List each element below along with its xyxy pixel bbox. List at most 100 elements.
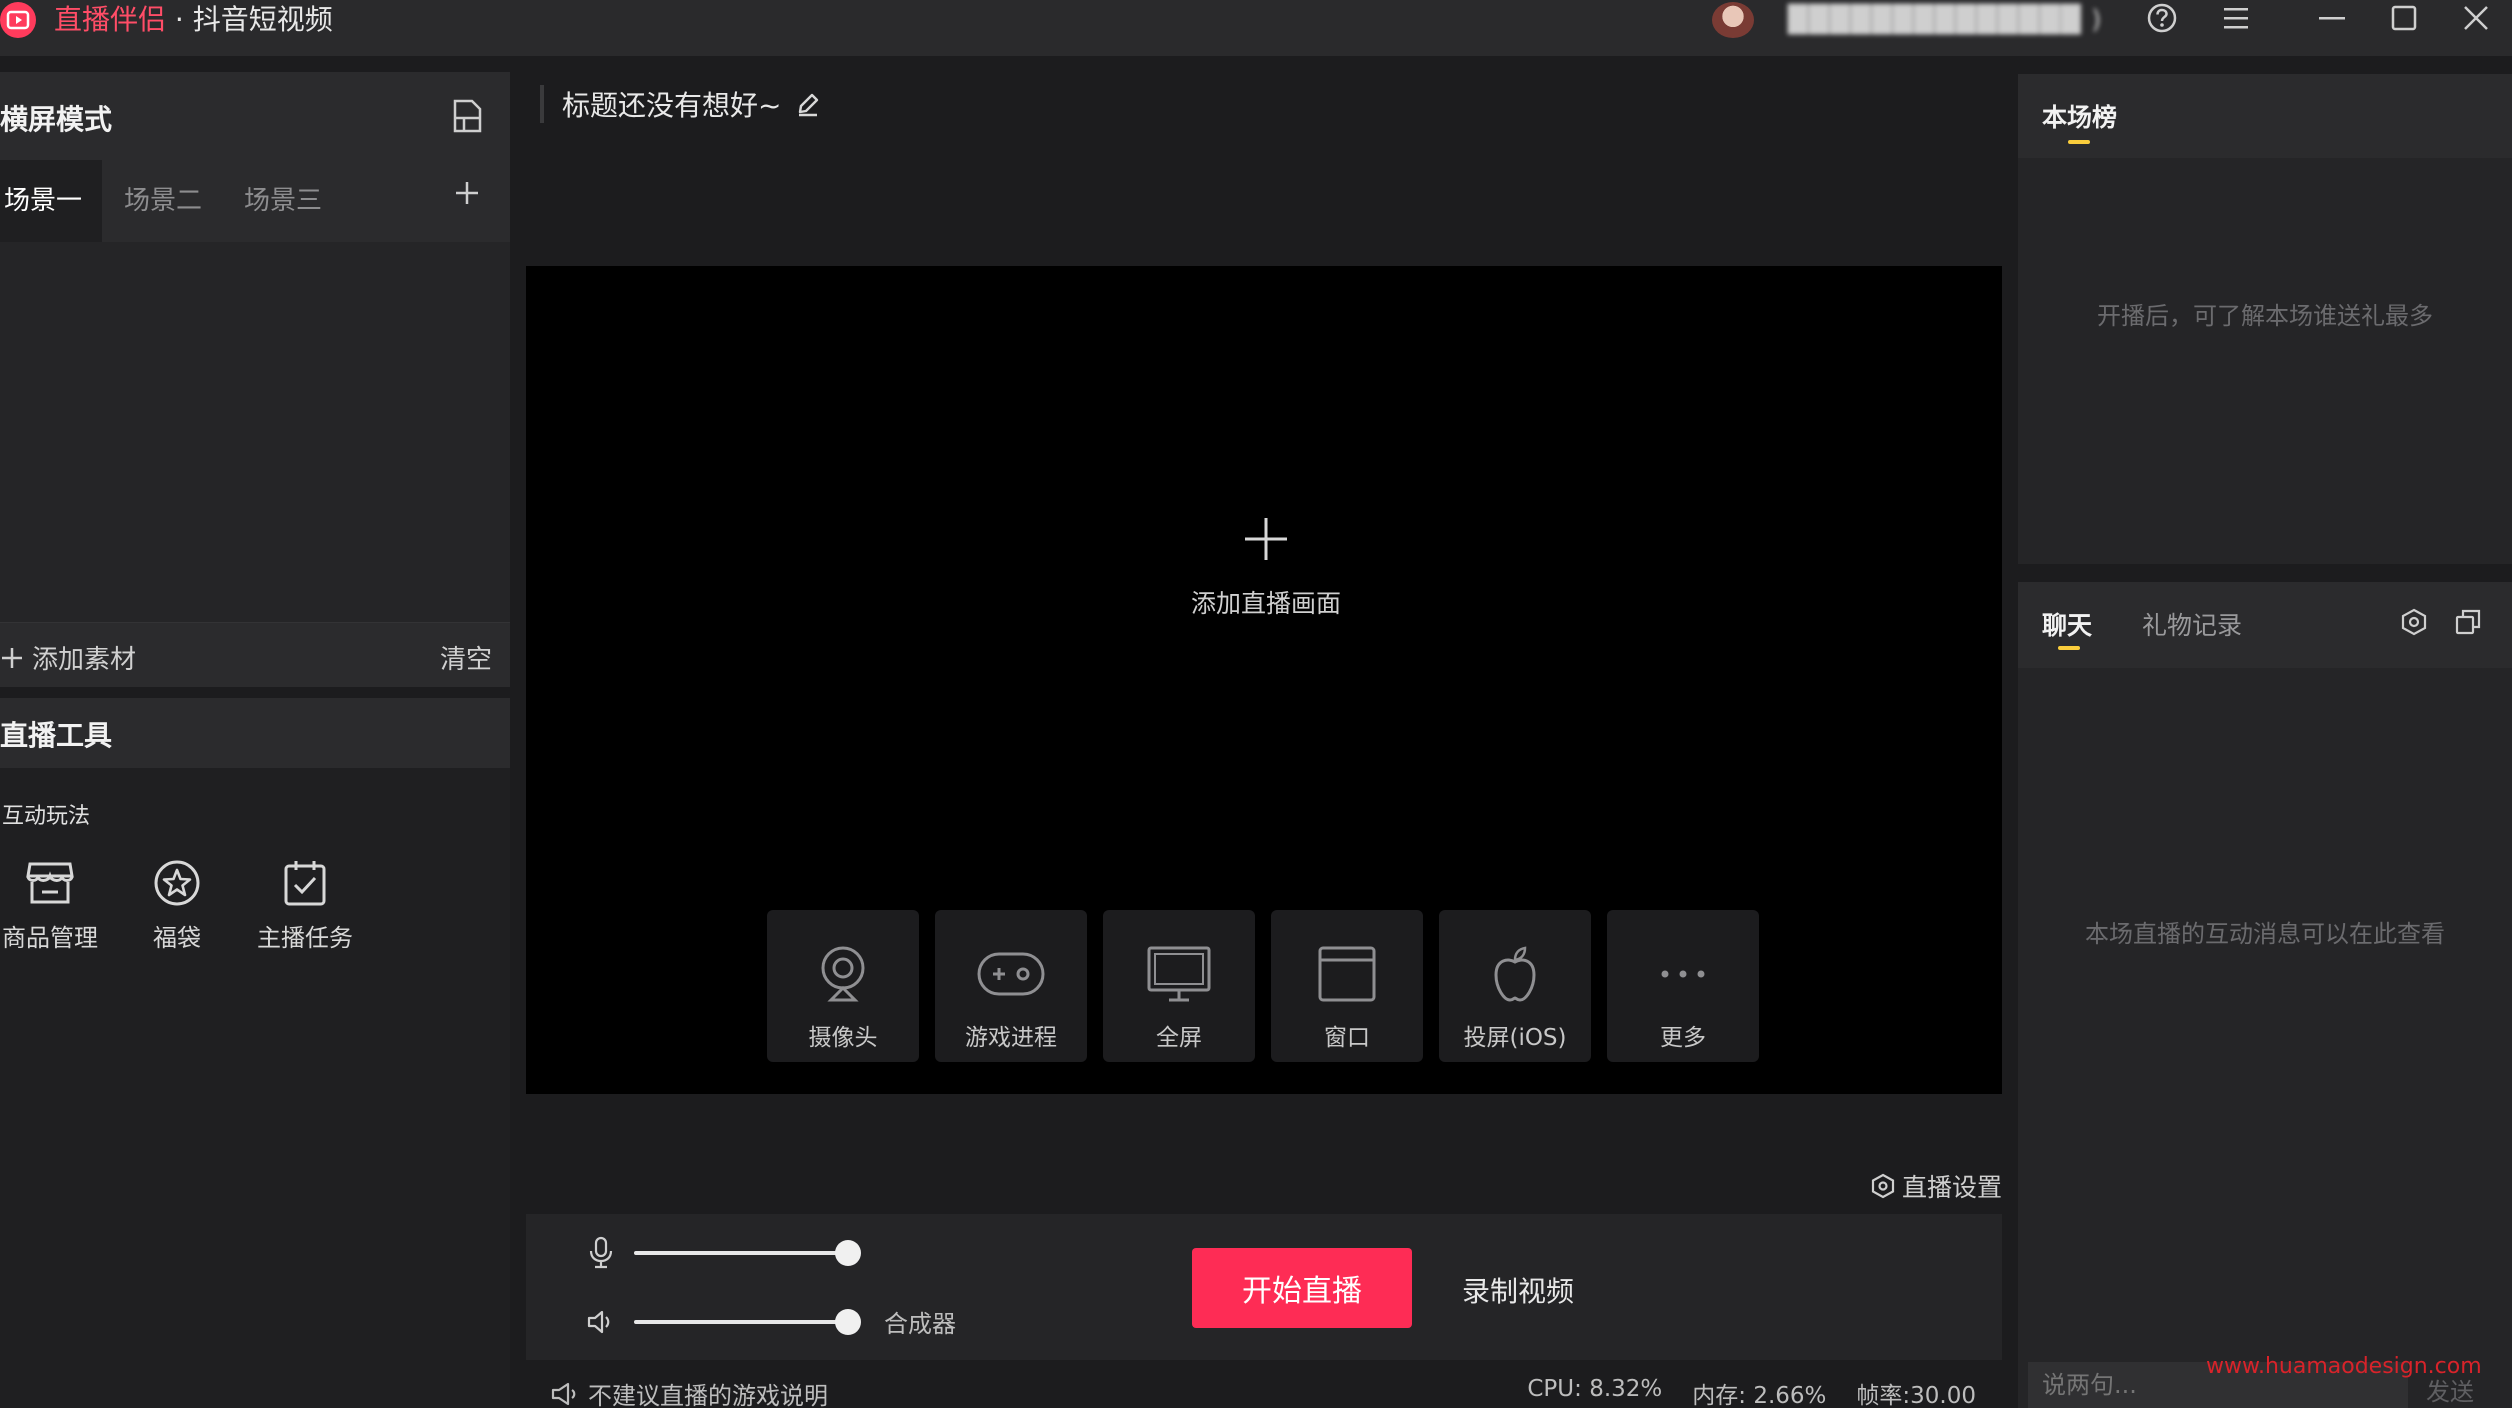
platform-name: 抖音短视频 <box>192 3 333 36</box>
stream-title-bar: 标题还没有想好~ <box>540 84 821 124</box>
tab-gift-records[interactable]: 礼物记录 <box>2142 606 2242 642</box>
tool-label: 商品管理 <box>2 924 98 952</box>
performance-stats: CPU: 8.32% 内存: 2.66% 帧率:30.00 <box>1527 1376 1976 1408</box>
mixer-label[interactable]: 合成器 <box>884 1304 956 1339</box>
chat-panel: 聊天 礼物记录 本场直播的互动消息可以在此查看 发送 <box>2018 582 2512 1408</box>
app-logo-icon <box>0 2 36 38</box>
stream-title[interactable]: 标题还没有想好~ <box>562 84 781 124</box>
source-label: 投屏(iOS) <box>1463 1025 1567 1051</box>
cpu-usage: CPU: 8.32% <box>1527 1376 1663 1402</box>
maximize-icon[interactable] <box>2382 0 2426 36</box>
session-ranking-panel: 本场榜 开播后，可了解本场谁送礼最多 <box>2018 74 2512 564</box>
live-tools-panel: 直播工具 互动玩法 商品管理 福袋 主播任务 <box>0 698 510 1408</box>
live-settings-label: 直播设置 <box>1902 1173 2003 1202</box>
title-separator: · <box>174 3 184 36</box>
tool-label: 主播任务 <box>257 924 353 952</box>
monitor-icon <box>1147 946 1211 1002</box>
camera-icon <box>821 946 865 1002</box>
tab-chat[interactable]: 聊天 <box>2042 606 2092 642</box>
star-badge-icon <box>154 860 200 906</box>
mic-volume-slider[interactable] <box>634 1240 861 1266</box>
plus-icon <box>2 647 22 668</box>
task-check-icon <box>284 861 326 906</box>
orientation-mode-title[interactable]: 横屏模式 <box>0 98 112 138</box>
tab-scene-1[interactable]: 场景一 <box>0 160 102 242</box>
mic-volume-row <box>586 1236 861 1270</box>
chat-empty-hint: 本场直播的互动消息可以在此查看 <box>2085 920 2445 948</box>
add-scene-icon[interactable] <box>452 178 488 214</box>
edit-pencil-icon[interactable] <box>795 91 821 117</box>
source-label: 游戏进程 <box>965 1025 1057 1051</box>
record-video-button[interactable]: 录制视频 <box>1462 1270 1574 1310</box>
source-ios-screencast-button[interactable]: 投屏(iOS) <box>1439 910 1591 1062</box>
source-label: 窗口 <box>1324 1025 1370 1051</box>
add-live-scene-button[interactable]: 添加直播画面 <box>1176 516 1356 646</box>
source-window-button[interactable]: 窗口 <box>1271 910 1423 1062</box>
settings-hex-icon <box>1871 1173 1895 1199</box>
frame-rate: 帧率:30.00 <box>1856 1383 1976 1408</box>
ranking-header: 本场榜 <box>2018 74 2512 158</box>
scene-panel: 横屏模式 场景一 场景二 场景三 添加素材 清空 <box>0 72 510 687</box>
layout-switch-icon[interactable] <box>450 98 490 138</box>
announcement-icon <box>551 1382 576 1405</box>
game-warning-link[interactable]: 不建议直播的游戏说明 <box>550 1376 828 1408</box>
title-bar: 直播伴侣 · 抖音短视频 ██████████████ ) <box>0 0 2512 56</box>
source-camera-button[interactable]: 摄像头 <box>767 910 919 1062</box>
tab-session-ranking[interactable]: 本场榜 <box>2042 98 2117 134</box>
source-game-process-button[interactable]: 游戏进程 <box>935 910 1087 1062</box>
live-tools-header: 直播工具 <box>0 698 510 768</box>
control-bar: 合成器 开始直播 录制视频 <box>526 1214 2002 1360</box>
tab-scene-2[interactable]: 场景二 <box>120 160 206 242</box>
start-live-button[interactable]: 开始直播 <box>1192 1248 1412 1328</box>
source-fullscreen-button[interactable]: 全屏 <box>1103 910 1255 1062</box>
add-material-label: 添加素材 <box>32 645 137 675</box>
gamepad-icon <box>977 952 1045 996</box>
product-management-button[interactable]: 商品管理 <box>0 858 105 968</box>
speaker-volume-slider[interactable] <box>634 1308 861 1335</box>
interactive-section-label: 互动玩法 <box>2 804 91 829</box>
popout-window-icon[interactable] <box>2450 604 2486 640</box>
live-preview-canvas[interactable] <box>526 266 2002 1094</box>
speaker-icon[interactable] <box>586 1307 616 1337</box>
user-name[interactable]: ██████████████ ) <box>1788 2 2102 38</box>
add-live-scene-label: 添加直播画面 <box>1190 589 1341 618</box>
source-label: 摄像头 <box>808 1025 878 1051</box>
app-brand-name: 直播伴侣 <box>54 3 167 36</box>
shop-icon <box>26 862 74 904</box>
apple-icon <box>1494 946 1536 1002</box>
minimize-icon[interactable] <box>2310 0 2354 36</box>
status-bar: 不建议直播的游戏说明 CPU: 8.32% 内存: 2.66% 帧率:30.00 <box>526 1368 2002 1408</box>
source-more-button[interactable]: 更多 <box>1607 910 1759 1062</box>
material-bar: 添加素材 清空 <box>0 622 510 687</box>
source-label: 全屏 <box>1156 1025 1202 1051</box>
add-material-button[interactable]: 添加素材 <box>0 639 136 676</box>
game-warning-label: 不建议直播的游戏说明 <box>588 1382 828 1408</box>
tab-scene-3[interactable]: 场景三 <box>240 160 326 242</box>
active-tab-indicator <box>2068 140 2090 144</box>
scene-tabs: 场景一 场景二 场景三 <box>0 160 510 242</box>
speaker-volume-thumb[interactable] <box>835 1308 861 1335</box>
watermark: www.huamaodesign.com <box>2206 1354 2482 1379</box>
live-settings-button[interactable]: 直播设置 <box>1870 1168 2002 1204</box>
ranking-empty-hint: 开播后，可了解本场谁送礼最多 <box>2097 302 2433 330</box>
plus-icon <box>1245 518 1287 560</box>
speaker-volume-row: 合成器 <box>586 1304 956 1339</box>
more-icon <box>1661 970 1705 978</box>
window-icon <box>1318 946 1376 1002</box>
close-icon[interactable] <box>2454 0 2498 36</box>
source-label: 更多 <box>1660 1025 1706 1051</box>
active-tab-indicator <box>2058 646 2080 650</box>
clear-button[interactable]: 清空 <box>440 639 492 676</box>
scene-panel-header: 横屏模式 <box>0 72 510 160</box>
lucky-bag-button[interactable]: 福袋 <box>122 858 232 968</box>
chat-settings-icon[interactable] <box>2396 604 2432 640</box>
memory-usage: 内存: 2.66% <box>1692 1383 1827 1408</box>
menu-icon[interactable] <box>2214 0 2258 36</box>
tool-label: 福袋 <box>153 924 201 952</box>
mic-volume-thumb[interactable] <box>835 1240 861 1266</box>
help-icon[interactable] <box>2140 0 2184 36</box>
app-title: 直播伴侣 · 抖音短视频 <box>54 2 333 38</box>
microphone-icon[interactable] <box>586 1236 616 1270</box>
host-task-button[interactable]: 主播任务 <box>250 858 360 968</box>
avatar[interactable] <box>1712 2 1754 38</box>
